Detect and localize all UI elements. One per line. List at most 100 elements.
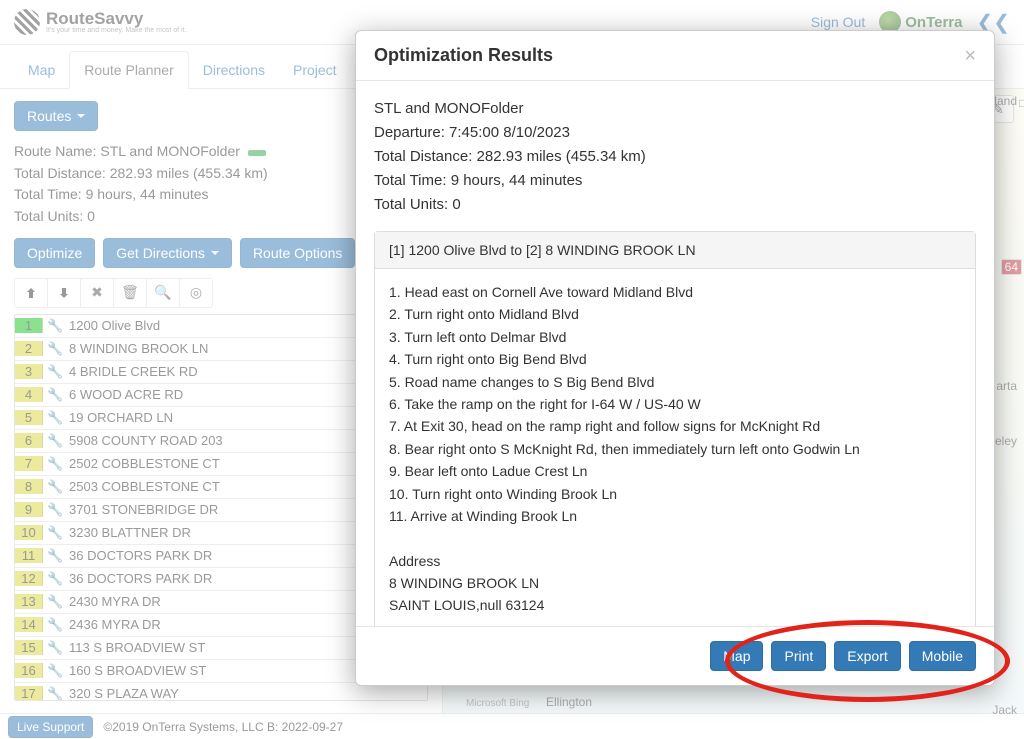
delete-button[interactable]: 🗑 (114, 279, 147, 307)
stop-name: 8 WINDING BROOK LN (69, 341, 208, 356)
direction-step: 6. Take the ramp on the right for I-64 W… (389, 393, 961, 415)
stop-number: 6 (15, 433, 43, 448)
stop-number: 13 (15, 594, 43, 609)
stop-list-toolbar: ✖ 🗑 🔍 ◎ (14, 278, 213, 308)
modal-departure: Departure: 7:45:00 8/10/2023 (374, 121, 976, 145)
tab-directions[interactable]: Directions (189, 52, 279, 88)
stop-name: 320 S PLAZA WAY (69, 686, 179, 701)
locate-button[interactable]: ◎ (180, 279, 212, 307)
modal-route-name: STL and MONOFolder (374, 97, 976, 121)
stop-name: 160 S BROADVIEW ST (69, 663, 206, 678)
caret-down-icon (211, 251, 219, 255)
live-support-button[interactable]: Live Support (8, 716, 93, 738)
direction-step: 11. Arrive at Winding Brook Ln (389, 505, 961, 527)
wrench-icon: 🔧 (47, 364, 65, 380)
map-attribution: Microsoft Bing (463, 698, 532, 709)
stop-name: 2436 MYRA DR (69, 617, 161, 632)
modal-export-button[interactable]: Export (834, 641, 900, 671)
stop-name: 3701 STONEBRIDGE DR (69, 502, 218, 517)
segment-title[interactable]: [1] 1200 Olive Blvd to [2] 8 WINDING BRO… (375, 232, 975, 269)
wrench-icon: 🔧 (47, 663, 65, 679)
stop-name: 36 DOCTORS PARK DR (69, 548, 212, 563)
modal-title: Optimization Results (374, 45, 553, 66)
get-directions-button[interactable]: Get Directions (103, 238, 232, 268)
direction-steps: 1. Head east on Cornell Ave toward Midla… (389, 281, 961, 527)
tab-map[interactable]: Map (14, 52, 69, 88)
stop-number: 4 (15, 387, 43, 402)
wrench-icon: 🔧 (47, 571, 65, 587)
routes-dropdown-button[interactable]: Routes (14, 101, 98, 131)
stop-name: 1200 Olive Blvd (69, 318, 160, 333)
stop-number: 12 (15, 571, 43, 586)
stop-number: 17 (15, 686, 43, 701)
tab-route-planner[interactable]: Route Planner (69, 51, 189, 89)
wrench-icon: 🔧 (47, 479, 65, 495)
stop-name: 19 ORCHARD LN (69, 410, 173, 425)
close-icon: × (964, 45, 976, 67)
stop-number: 7 (15, 456, 43, 471)
move-down-button[interactable] (48, 279, 81, 307)
wrench-icon: 🔧 (47, 525, 65, 541)
caret-down-icon (77, 114, 85, 118)
direction-step: 5. Road name changes to S Big Bend Blvd (389, 371, 961, 393)
stop-number: 10 (15, 525, 43, 540)
optimize-button[interactable]: Optimize (14, 238, 95, 268)
target-icon: ◎ (190, 284, 202, 301)
direction-step: 9. Bear left onto Ladue Crest Ln (389, 460, 961, 482)
route-name-label: Route Name: (14, 143, 100, 159)
optimization-results-modal: Optimization Results × STL and MONOFolde… (355, 30, 995, 686)
arrow-up-icon (25, 287, 37, 299)
direction-step: 7. At Exit 30, head on the ramp right an… (389, 415, 961, 437)
move-up-button[interactable] (15, 279, 48, 307)
stop-name: 113 S BROADVIEW ST (69, 640, 205, 655)
segment-panel: [1] 1200 Olive Blvd to [2] 8 WINDING BRO… (374, 231, 976, 626)
brand-tagline: It's your time and money. Make the most … (46, 27, 187, 34)
stop-number: 9 (15, 502, 43, 517)
address-heading: Address (389, 550, 961, 572)
direction-step: 10. Turn right onto Winding Brook Ln (389, 483, 961, 505)
address-line-2: SAINT LOUIS,null 63124 (389, 594, 961, 616)
remove-stop-button[interactable]: ✖ (81, 279, 114, 307)
brand-name: RouteSavvy (46, 10, 187, 27)
stop-number: 8 (15, 479, 43, 494)
wrench-icon: 🔧 (47, 502, 65, 518)
zoom-button[interactable]: 🔍 (147, 279, 180, 307)
direction-step: 2. Turn right onto Midland Blvd (389, 303, 961, 325)
stop-name: 3230 BLATTNER DR (69, 525, 191, 540)
stop-name: 2430 MYRA DR (69, 594, 161, 609)
stop-number: 15 (15, 640, 43, 655)
direction-step: 4. Turn right onto Big Bend Blvd (389, 348, 961, 370)
stop-number: 5 (15, 410, 43, 425)
wrench-icon: 🔧 (47, 387, 65, 403)
modal-print-button[interactable]: Print (771, 641, 826, 671)
address-line-1: 8 WINDING BROOK LN (389, 572, 961, 594)
modal-time: Total Time: 9 hours, 44 minutes (374, 169, 976, 193)
map-label-jack: Jack (989, 703, 1020, 717)
modal-meta: STL and MONOFolder Departure: 7:45:00 8/… (374, 97, 976, 217)
magnifier-icon: 🔍 (154, 284, 171, 301)
brand-logo: RouteSavvy It's your time and money. Mak… (14, 9, 187, 35)
sign-out-link[interactable]: Sign Out (811, 14, 865, 30)
hwy-shield-64: 64 (1001, 259, 1022, 275)
wrench-icon: 🔧 (47, 640, 65, 656)
stop-number: 16 (15, 663, 43, 678)
wrench-icon: 🔧 (47, 548, 65, 564)
route-options-button[interactable]: Route Options (240, 238, 356, 268)
arrow-down-icon (58, 287, 70, 299)
wrench-icon: 🔧 (47, 594, 65, 610)
route-color-swatch (248, 150, 266, 156)
map-label-ellington: Ellington (543, 695, 595, 709)
wrench-icon: 🔧 (47, 341, 65, 357)
tab-project[interactable]: Project (279, 52, 351, 88)
stop-name: 6 WOOD ACRE RD (69, 387, 183, 402)
modal-close-button[interactable]: × (964, 46, 976, 66)
stop-name: 2502 COBBLESTONE CT (69, 456, 220, 471)
modal-mobile-button[interactable]: Mobile (909, 641, 976, 671)
modal-map-button[interactable]: Map (710, 641, 763, 671)
stop-number: 11 (15, 548, 43, 563)
x-icon: ✖ (91, 284, 103, 301)
stop-number: 1 (15, 318, 43, 333)
stop-name: 36 DOCTORS PARK DR (69, 571, 212, 586)
wrench-icon: 🔧 (47, 686, 65, 701)
wrench-icon: 🔧 (47, 433, 65, 449)
